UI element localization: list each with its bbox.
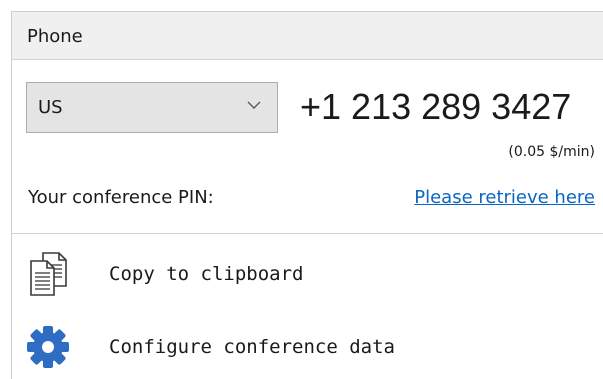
copy-to-clipboard-button[interactable]: Copy to clipboard: [26, 250, 596, 298]
clipboard-copy-icon: [30, 252, 67, 296]
pin-label: Your conference PIN:: [28, 187, 214, 208]
copy-to-clipboard-label: Copy to clipboard: [109, 263, 304, 285]
call-rate: (0.05 $/min): [508, 144, 595, 160]
configure-conference-button[interactable]: Configure conference data: [26, 323, 596, 371]
section-divider: [12, 233, 603, 234]
retrieve-pin-link[interactable]: Please retrieve here: [414, 187, 595, 209]
panel-header: Phone: [12, 12, 603, 60]
phone-panel: Phone US +1 213 289 3427 (0.05 $/min) Yo…: [11, 11, 603, 379]
gear-icon: [27, 326, 69, 368]
panel-title: Phone: [27, 26, 83, 47]
chevron-down-icon: [247, 101, 261, 109]
country-select-value: US: [38, 97, 63, 118]
dial-in-number: +1 213 289 3427: [300, 86, 572, 127]
country-select[interactable]: US: [26, 82, 278, 133]
configure-conference-label: Configure conference data: [109, 336, 395, 358]
